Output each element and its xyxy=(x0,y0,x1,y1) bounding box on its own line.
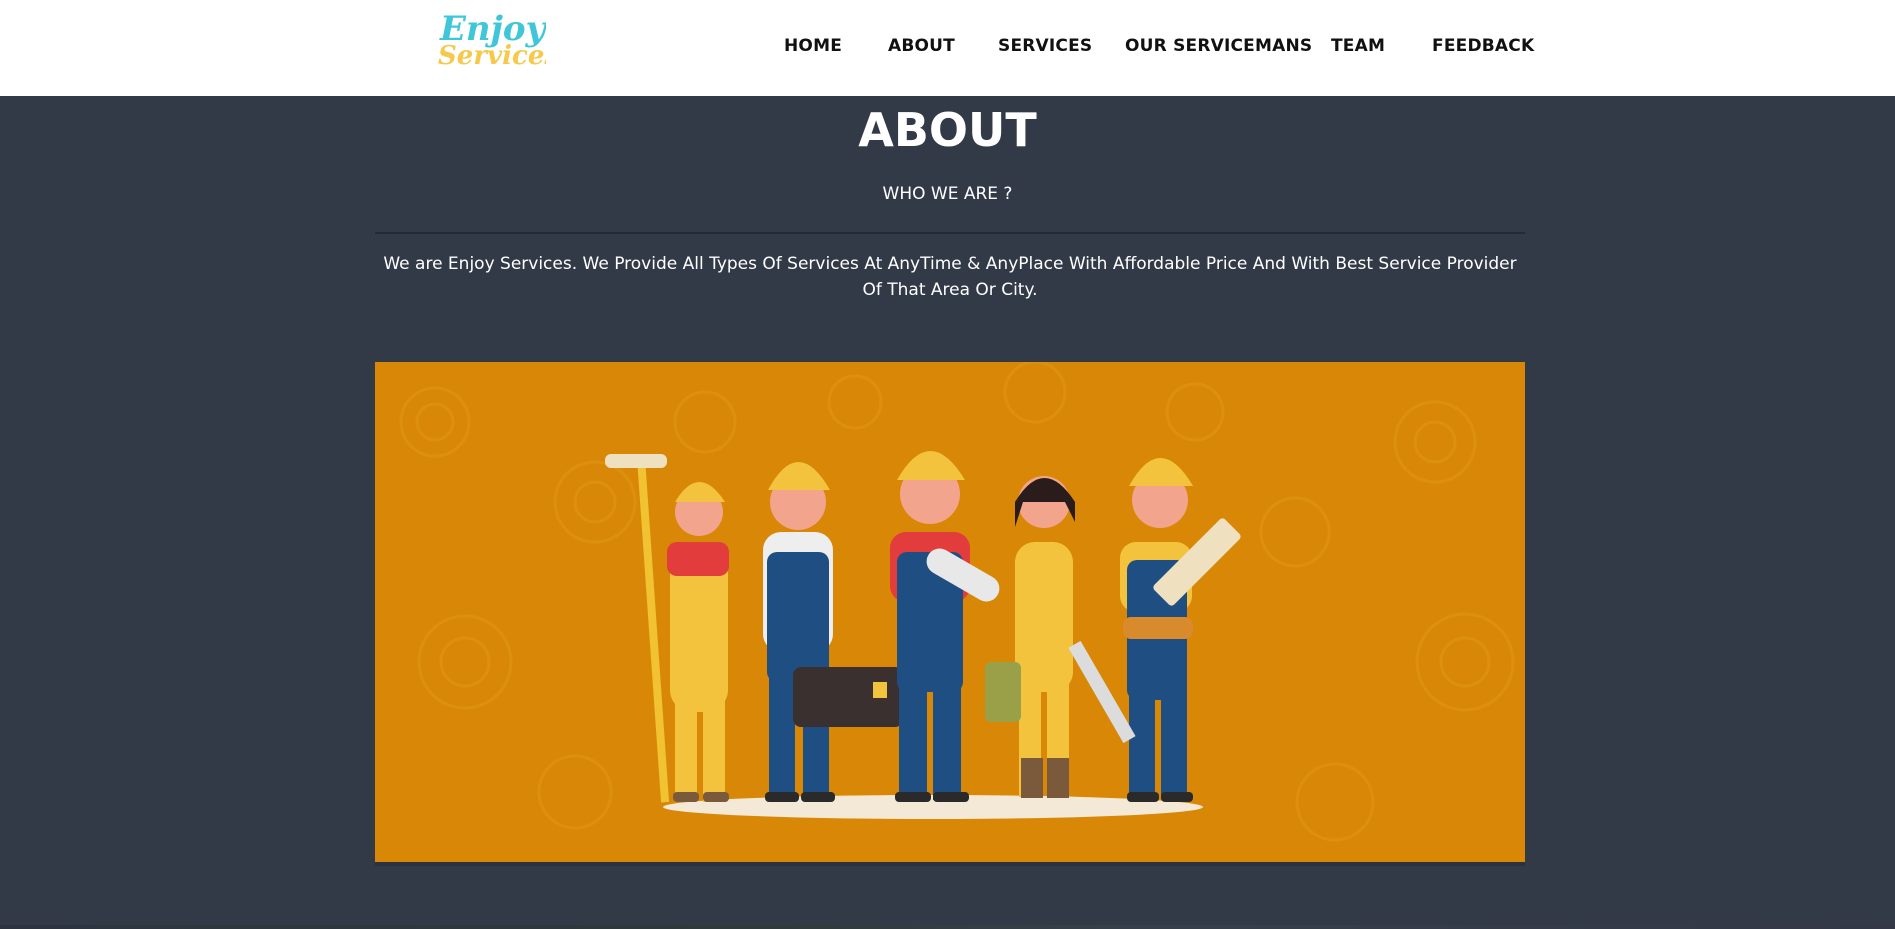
about-heading: ABOUT xyxy=(858,103,1037,157)
nav-services-link[interactable]: SERVICES xyxy=(998,36,1092,56)
nav-team-link[interactable]: TEAM xyxy=(1331,36,1385,56)
nav-home-link[interactable]: HOME xyxy=(784,36,842,56)
about-subtitle: WHO WE ARE ? xyxy=(882,184,1013,204)
worker-red-shirt-man xyxy=(890,451,1000,802)
worker-carpenter-man xyxy=(1068,458,1241,802)
worker-toolbox-man xyxy=(763,462,903,802)
nav-feedback-link[interactable]: FEEDBACK xyxy=(1432,36,1534,56)
page-bottom-edge xyxy=(0,925,1895,929)
site-header: Enjoy Services HOME ABOUT SERVICES OUR S… xyxy=(0,0,1895,96)
section-divider xyxy=(375,232,1525,234)
nav-about-link[interactable]: ABOUT xyxy=(888,36,955,56)
main-nav: HOME ABOUT SERVICES OUR SERVICEMANS TEAM… xyxy=(0,36,1895,60)
workers-banner-image xyxy=(375,362,1525,866)
worker-painter-woman xyxy=(605,454,729,803)
workers-illustration xyxy=(399,362,1515,842)
worker-gardener-woman xyxy=(985,476,1075,798)
about-description: We are Enjoy Services. We Provide All Ty… xyxy=(383,254,1517,300)
nav-our-servicemans-link[interactable]: OUR SERVICEMANS xyxy=(1125,36,1312,56)
